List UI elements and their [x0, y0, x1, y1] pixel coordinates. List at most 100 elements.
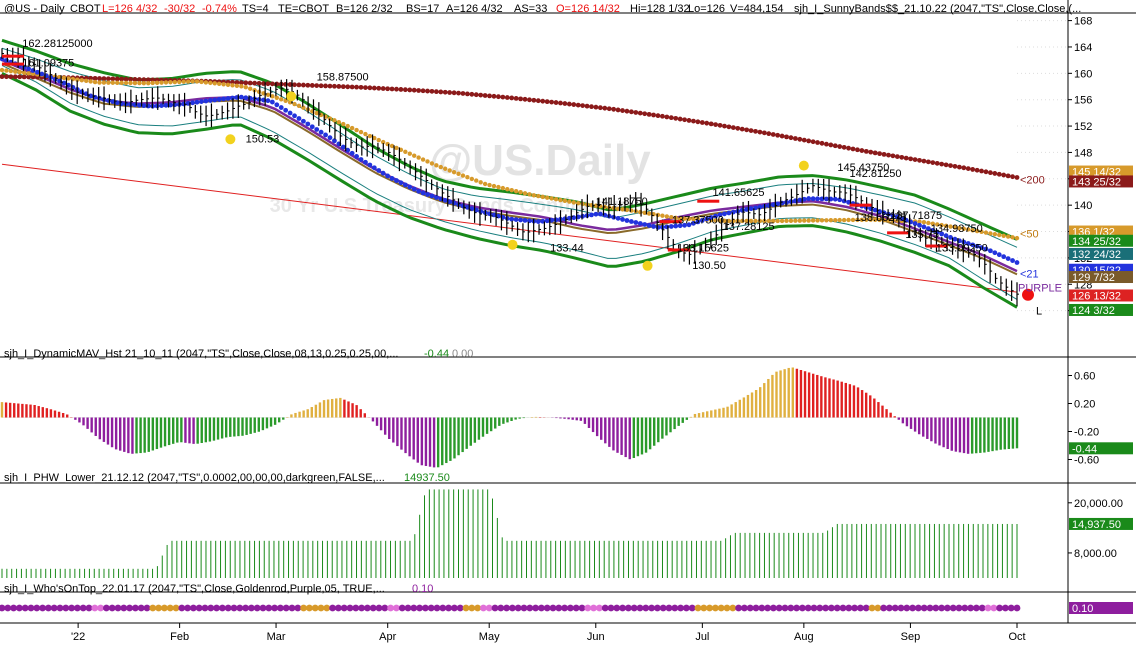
series-dot — [248, 86, 253, 91]
series-dot — [208, 80, 213, 86]
series-dot — [797, 197, 803, 203]
series-dot — [451, 90, 457, 96]
x-tick-label: Feb — [170, 631, 189, 643]
whoontop-dot — [294, 604, 302, 612]
series-dot — [713, 122, 719, 128]
series-dot — [562, 101, 568, 106]
series-dot — [970, 167, 976, 172]
series-dot — [602, 105, 608, 111]
series-dot — [500, 94, 506, 100]
whoontop-dot — [398, 604, 406, 612]
chart: @US.Daily30 Yr U.S.Treasury Bonds Contin… — [0, 0, 1136, 651]
whoontop-dot — [45, 604, 52, 612]
series-dot — [518, 217, 523, 223]
series-dot — [190, 100, 195, 106]
whoontop-dot — [132, 604, 139, 612]
x-tick-label: '22 — [71, 631, 85, 643]
whoontop-dot — [822, 604, 829, 612]
series-dot — [535, 98, 541, 104]
series-dot — [398, 180, 404, 186]
whoontop-dot — [114, 604, 122, 612]
whoontop-dot — [619, 604, 626, 612]
series-dot — [527, 97, 532, 103]
series-dot — [407, 184, 413, 190]
series-dot — [997, 232, 1002, 238]
whoontop-dot — [671, 604, 679, 612]
series-dot — [615, 107, 621, 113]
series-dot — [363, 85, 368, 90]
whoontop-dot — [172, 604, 180, 612]
whoontop-dot — [155, 604, 163, 612]
series-dot — [225, 82, 231, 88]
whoontop-dot — [839, 604, 847, 612]
series-dot — [859, 148, 865, 153]
series-dot — [770, 132, 776, 137]
series-dot — [917, 222, 922, 228]
whoontop-dot — [973, 604, 980, 612]
series-dot — [974, 167, 980, 173]
whoontop-dot — [56, 604, 64, 612]
series-dot — [265, 98, 271, 104]
series-dot — [691, 118, 696, 124]
price-header-indicator: sjh_I_SunnyBands$$_21.10.22 (2047,"TS",C… — [794, 3, 1081, 15]
series-dot — [269, 99, 275, 105]
series-dot — [163, 102, 169, 108]
series-dot — [292, 113, 297, 119]
whoontop-dot — [862, 604, 870, 612]
series-dot — [708, 121, 714, 127]
whoontop-dot — [659, 604, 667, 612]
series-dot — [274, 102, 280, 108]
series-dot — [620, 108, 625, 113]
series-dot — [420, 88, 426, 94]
series-dot — [105, 76, 111, 82]
series-dot — [1001, 172, 1007, 178]
whoontop-dot — [787, 604, 795, 612]
whoontop-header: sjh_I_Who'sOnTop_22.01.17 (2047,"TS",Clo… — [4, 583, 385, 595]
series-dot — [536, 193, 541, 199]
series-dot — [850, 146, 856, 152]
whoontop-dot — [642, 604, 650, 612]
whoontop-dot — [422, 604, 429, 612]
series-dot — [961, 165, 967, 171]
series-dot — [238, 94, 244, 100]
whoontop-dot — [451, 604, 458, 612]
whoontop-dot — [758, 604, 766, 612]
series-dot — [890, 153, 896, 159]
series-dot — [61, 75, 67, 81]
series-dot — [611, 106, 617, 112]
series-dot — [553, 217, 559, 223]
series-dot — [323, 83, 328, 89]
series-dot — [695, 119, 701, 125]
series-dot — [655, 225, 661, 230]
series-dot — [318, 129, 324, 135]
series-dot — [314, 83, 320, 88]
level-bar — [697, 199, 720, 203]
price-annotation: 142.81250 — [850, 168, 902, 180]
series-dot — [354, 127, 359, 133]
series-dot — [340, 144, 346, 150]
whoontop-dot — [549, 604, 557, 612]
whoontop-dot — [636, 604, 644, 612]
series-dot — [633, 110, 639, 115]
series-dot — [988, 248, 993, 254]
series-dot — [371, 165, 377, 171]
series-dot — [300, 118, 306, 124]
whoontop-dot — [39, 604, 46, 612]
series-dot — [646, 223, 652, 228]
series-dot — [726, 124, 732, 130]
series-dot — [527, 192, 532, 197]
series-dot — [832, 196, 838, 202]
series-dot — [194, 99, 200, 105]
series-dot — [460, 91, 466, 96]
series-dot — [4, 58, 9, 63]
series-dot — [802, 218, 807, 223]
series-dot — [664, 114, 670, 120]
whoontop-dot — [613, 604, 621, 612]
series-dot — [456, 90, 461, 96]
series-dot — [279, 97, 284, 102]
series-dot — [1001, 254, 1007, 260]
swing-marker — [507, 239, 518, 250]
series-dot — [766, 131, 772, 137]
whoontop-dot — [903, 604, 911, 612]
price-annotation: 162.28125000 — [22, 38, 92, 50]
